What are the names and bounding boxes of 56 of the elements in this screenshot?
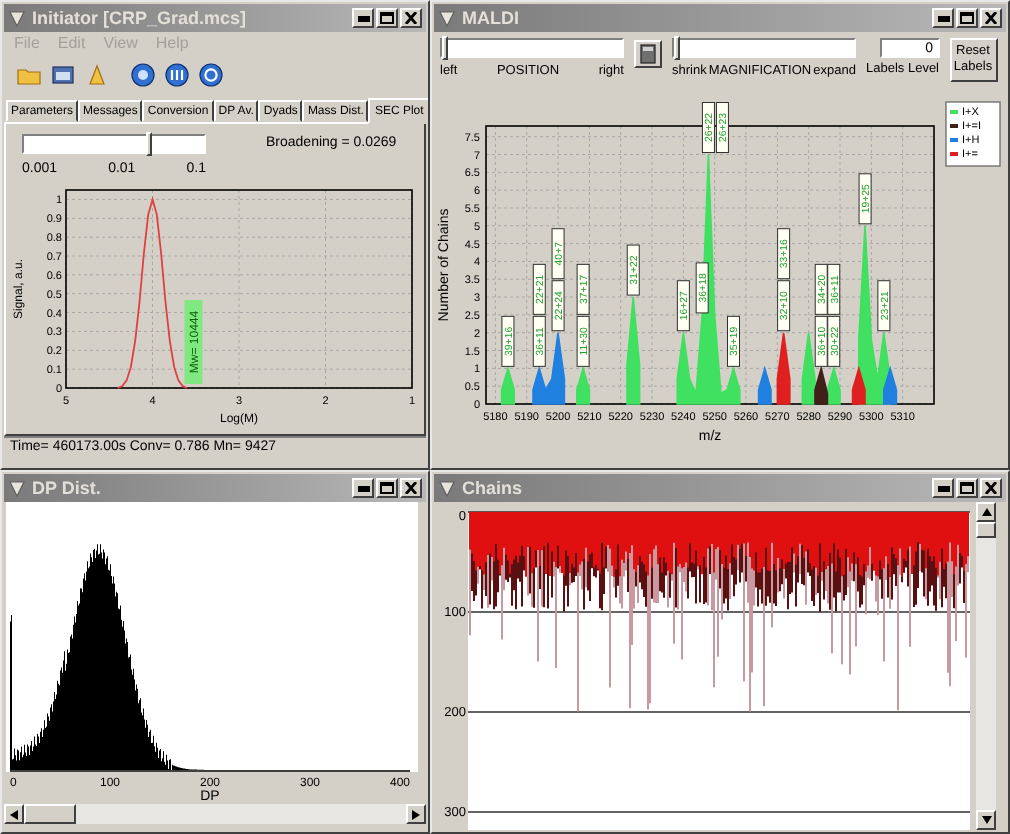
triangle-icon xyxy=(84,62,110,88)
slider-track[interactable] xyxy=(22,134,206,154)
bars-icon xyxy=(164,62,190,88)
scroll-down-button[interactable] xyxy=(976,810,996,830)
slider-track[interactable] xyxy=(672,38,856,58)
bars-button[interactable] xyxy=(162,61,192,89)
close-button[interactable] xyxy=(400,478,422,498)
window-title: DP Dist. xyxy=(32,478,103,498)
minimize-button[interactable] xyxy=(352,478,374,498)
close-button[interactable] xyxy=(980,478,1002,498)
window-icon xyxy=(50,62,76,88)
slider-thumb[interactable] xyxy=(674,36,680,60)
down-arrow-icon xyxy=(981,816,991,824)
maximize-button[interactable] xyxy=(376,478,398,498)
maximize-button[interactable] xyxy=(956,8,978,28)
minimize-button[interactable] xyxy=(352,8,374,28)
slider-thumb[interactable] xyxy=(442,36,448,60)
left-arrow-icon xyxy=(10,809,18,819)
calculator-button[interactable] xyxy=(634,40,662,68)
close-icon xyxy=(404,12,418,24)
maximize-button[interactable] xyxy=(956,478,978,498)
maximize-icon xyxy=(960,12,974,24)
target-icon xyxy=(130,62,156,88)
maximize-icon xyxy=(380,12,394,24)
maximize-icon xyxy=(960,482,974,494)
slider-track[interactable] xyxy=(440,38,624,58)
minimize-icon xyxy=(357,15,369,21)
calculator-icon xyxy=(640,44,656,64)
ring-button[interactable] xyxy=(196,61,226,89)
scroll-right-button[interactable] xyxy=(406,804,426,824)
close-button[interactable] xyxy=(400,8,422,28)
target-button[interactable] xyxy=(128,61,158,89)
right-arrow-icon xyxy=(412,809,420,819)
legend-background xyxy=(945,101,1001,167)
minimize-button[interactable] xyxy=(932,8,954,28)
window-title: Initiator [CRP_Grad.mcs] xyxy=(32,8,249,28)
minimize-button[interactable] xyxy=(932,478,954,498)
ring-icon xyxy=(198,62,224,88)
scroll-up-button[interactable] xyxy=(976,502,996,522)
slider-thumb[interactable] xyxy=(145,132,152,156)
up-arrow-icon xyxy=(981,508,991,516)
close-icon xyxy=(404,482,418,494)
maximize-icon xyxy=(380,482,394,494)
window-title: MALDI xyxy=(462,8,521,28)
window-button[interactable] xyxy=(48,61,78,89)
close-icon xyxy=(984,482,998,494)
scrollbar-thumb[interactable] xyxy=(976,522,996,538)
maximize-button[interactable] xyxy=(376,8,398,28)
close-icon xyxy=(984,12,998,24)
scrollbar-thumb[interactable] xyxy=(24,804,76,824)
scroll-left-button[interactable] xyxy=(4,804,24,824)
close-button[interactable] xyxy=(980,8,1002,28)
minimize-icon xyxy=(937,15,949,21)
minimize-icon xyxy=(357,485,369,491)
minimize-icon xyxy=(937,485,949,491)
window-title: Chains xyxy=(462,478,525,498)
